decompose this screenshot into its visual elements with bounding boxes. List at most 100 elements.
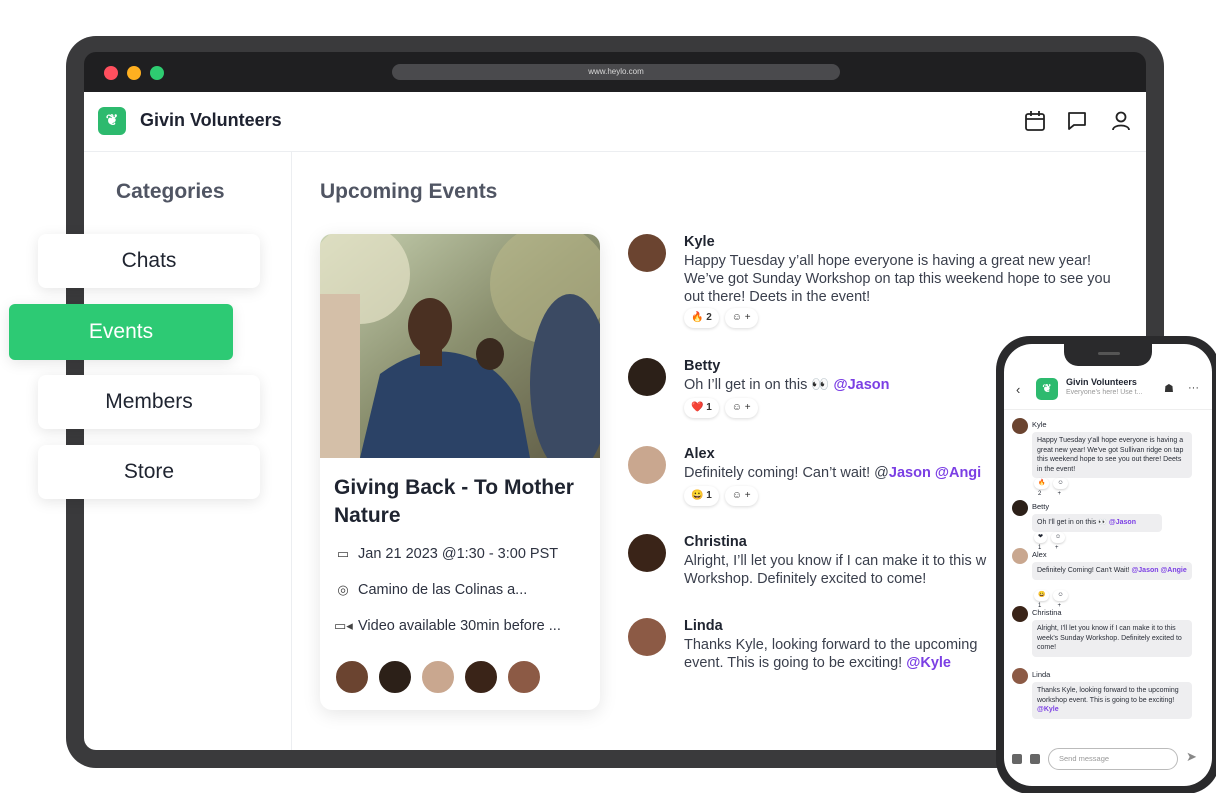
more-options-icon[interactable]: ··· xyxy=(1188,382,1199,394)
reaction-bar: ❤ 1 ☺ + xyxy=(1034,532,1066,551)
reaction-chip[interactable]: ❤️ 1 xyxy=(684,398,719,418)
gif-attach-icon[interactable] xyxy=(1030,754,1040,764)
minimize-window-button[interactable] xyxy=(127,66,141,80)
event-date: Jan 21 2023 @1:30 - 3:00 PST xyxy=(358,546,559,562)
avatar[interactable] xyxy=(377,659,413,695)
event-video-note: Video available 30min before ... xyxy=(358,618,561,634)
add-reaction-button[interactable]: ☺ + xyxy=(1053,478,1068,497)
message-author: Kyle xyxy=(1032,420,1047,429)
reaction-bar: ❤️ 1 ☺ + xyxy=(684,398,758,418)
close-window-button[interactable] xyxy=(104,66,118,80)
phone-group-subtitle: Everyone's here! Use t... xyxy=(1066,389,1143,396)
event-location: Camino de las Colinas a... xyxy=(358,582,528,598)
message-text: Thanks Kyle, looking forward to the upco… xyxy=(684,637,978,671)
send-icon[interactable]: ➤ xyxy=(1186,749,1197,765)
user-icon[interactable] xyxy=(1108,108,1134,134)
avatar[interactable] xyxy=(628,446,666,484)
address-bar[interactable]: www.heylo.com xyxy=(392,64,840,80)
avatar[interactable] xyxy=(628,618,666,656)
message-author: Betty xyxy=(1032,502,1050,511)
add-reaction-button[interactable]: ☺ + xyxy=(1051,532,1066,551)
maximize-window-button[interactable] xyxy=(150,66,164,80)
message-text: Alright, I’ll let you know if I can make… xyxy=(684,553,987,587)
reaction-chip[interactable]: 🔥 2 xyxy=(1034,478,1050,497)
message-bubble: Thanks Kyle, looking forward to the upco… xyxy=(1032,682,1192,719)
message-author: Betty xyxy=(684,358,721,374)
mention-link[interactable]: @Kyle xyxy=(1037,706,1059,713)
phone-notch xyxy=(1064,344,1152,366)
phone-screen: ‹ ❦ Givin Volunteers Everyone's here! Us… xyxy=(1004,344,1212,786)
avatar[interactable] xyxy=(1012,418,1028,434)
calendar-icon[interactable] xyxy=(1022,108,1048,134)
message-bubble: Happy Tuesday y'all hope everyone is hav… xyxy=(1032,432,1192,478)
calendar-icon: ▭ xyxy=(336,546,350,561)
message-bubble: Definitely Coming! Can't Wait! @Jason @A… xyxy=(1032,562,1192,580)
reaction-chip[interactable]: 🔥 2 xyxy=(684,308,719,328)
app-header: ❦ Givin Volunteers xyxy=(84,92,1146,152)
message-author: Christina xyxy=(684,534,747,550)
event-location-row: ◎ Camino de las Colinas a... xyxy=(334,582,527,598)
avatar[interactable] xyxy=(463,659,499,695)
add-reaction-button[interactable]: ☺ + xyxy=(724,398,758,418)
category-store[interactable]: Store xyxy=(38,445,260,499)
event-photo xyxy=(320,234,600,458)
event-date-row: ▭ Jan 21 2023 @1:30 - 3:00 PST xyxy=(334,546,558,562)
message-bubble: Alright, I'll let you know if I can make… xyxy=(1032,620,1192,657)
event-card[interactable]: Giving Back - To Mother Nature ▭ Jan 21 2… xyxy=(320,234,600,710)
avatar[interactable] xyxy=(1012,606,1028,622)
avatar[interactable] xyxy=(506,659,542,695)
message-text: Happy Tuesday y’all hope everyone is hav… xyxy=(684,253,1111,305)
chat-bubble-icon[interactable] xyxy=(1064,108,1090,134)
mention-link[interactable]: Jason @Angi xyxy=(889,465,981,481)
mention-link[interactable]: @Jason @Angie xyxy=(1131,567,1186,574)
category-members[interactable]: Members xyxy=(38,375,260,429)
message-bubble: Oh I'll get in on this 👀 @Jason xyxy=(1032,514,1162,532)
message-author: Linda xyxy=(684,618,723,634)
phone-device: ‹ ❦ Givin Volunteers Everyone's here! Us… xyxy=(996,336,1216,793)
mention-link[interactable]: @Kyle xyxy=(906,655,951,671)
message-author: Linda xyxy=(1032,670,1051,679)
reaction-bar: 😀 1 ☺ + xyxy=(684,486,758,506)
event-video-row: ▭◂ Video available 30min before ... xyxy=(334,618,561,634)
category-chats[interactable]: Chats xyxy=(38,234,260,288)
avatar[interactable] xyxy=(420,659,456,695)
add-reaction-button[interactable]: ☺ + xyxy=(724,486,758,506)
mention-link[interactable]: @Jason xyxy=(833,377,889,393)
browser-titlebar: www.heylo.com xyxy=(84,52,1146,92)
video-camera-icon: ▭◂ xyxy=(334,618,353,633)
avatar[interactable] xyxy=(1012,500,1028,516)
reaction-chip[interactable]: 😀 1 xyxy=(1034,590,1050,609)
phone-header: ‹ ❦ Givin Volunteers Everyone's here! Us… xyxy=(1004,374,1212,410)
message-author: Alex xyxy=(1032,550,1047,559)
avatar[interactable] xyxy=(628,358,666,396)
image-attach-icon[interactable] xyxy=(1012,754,1022,764)
add-reaction-button[interactable]: ☺ + xyxy=(724,308,758,328)
back-arrow-icon[interactable]: ‹ xyxy=(1016,382,1020,397)
mention-link[interactable]: @Jason xyxy=(1109,519,1136,526)
reaction-chip[interactable]: ❤ 1 xyxy=(1034,532,1048,551)
phone-group-title: Givin Volunteers xyxy=(1066,377,1137,387)
avatar[interactable] xyxy=(1012,548,1028,564)
message-composer: Send message ➤ xyxy=(1004,740,1212,786)
message-author: Alex xyxy=(684,446,715,462)
reaction-bar: 🔥 2 ☺ + xyxy=(684,308,758,328)
category-events[interactable]: Events xyxy=(9,304,233,360)
avatar[interactable] xyxy=(1012,668,1028,684)
sprout-logo-icon: ❦ xyxy=(1036,378,1058,400)
app-name: Givin Volunteers xyxy=(140,110,282,130)
avatar[interactable] xyxy=(628,534,666,572)
reaction-bar: 😀 1 ☺ + xyxy=(1034,590,1068,609)
avatar[interactable] xyxy=(628,234,666,272)
add-reaction-button[interactable]: ☺ + xyxy=(1053,590,1068,609)
event-title: Giving Back - To Mother Nature xyxy=(334,476,574,527)
message-author: Christina xyxy=(1032,608,1062,617)
reaction-chip[interactable]: 😀 1 xyxy=(684,486,719,506)
message-author: Kyle xyxy=(684,234,715,250)
location-pin-icon: ◎ xyxy=(337,582,349,597)
upcoming-events-heading: Upcoming Events xyxy=(320,180,498,203)
message-input[interactable]: Send message xyxy=(1048,748,1178,770)
categories-heading: Categories xyxy=(116,180,225,203)
avatar[interactable] xyxy=(334,659,370,695)
members-icon[interactable]: ☗ xyxy=(1164,382,1174,395)
reaction-bar: 🔥 2 ☺ + xyxy=(1034,478,1068,497)
